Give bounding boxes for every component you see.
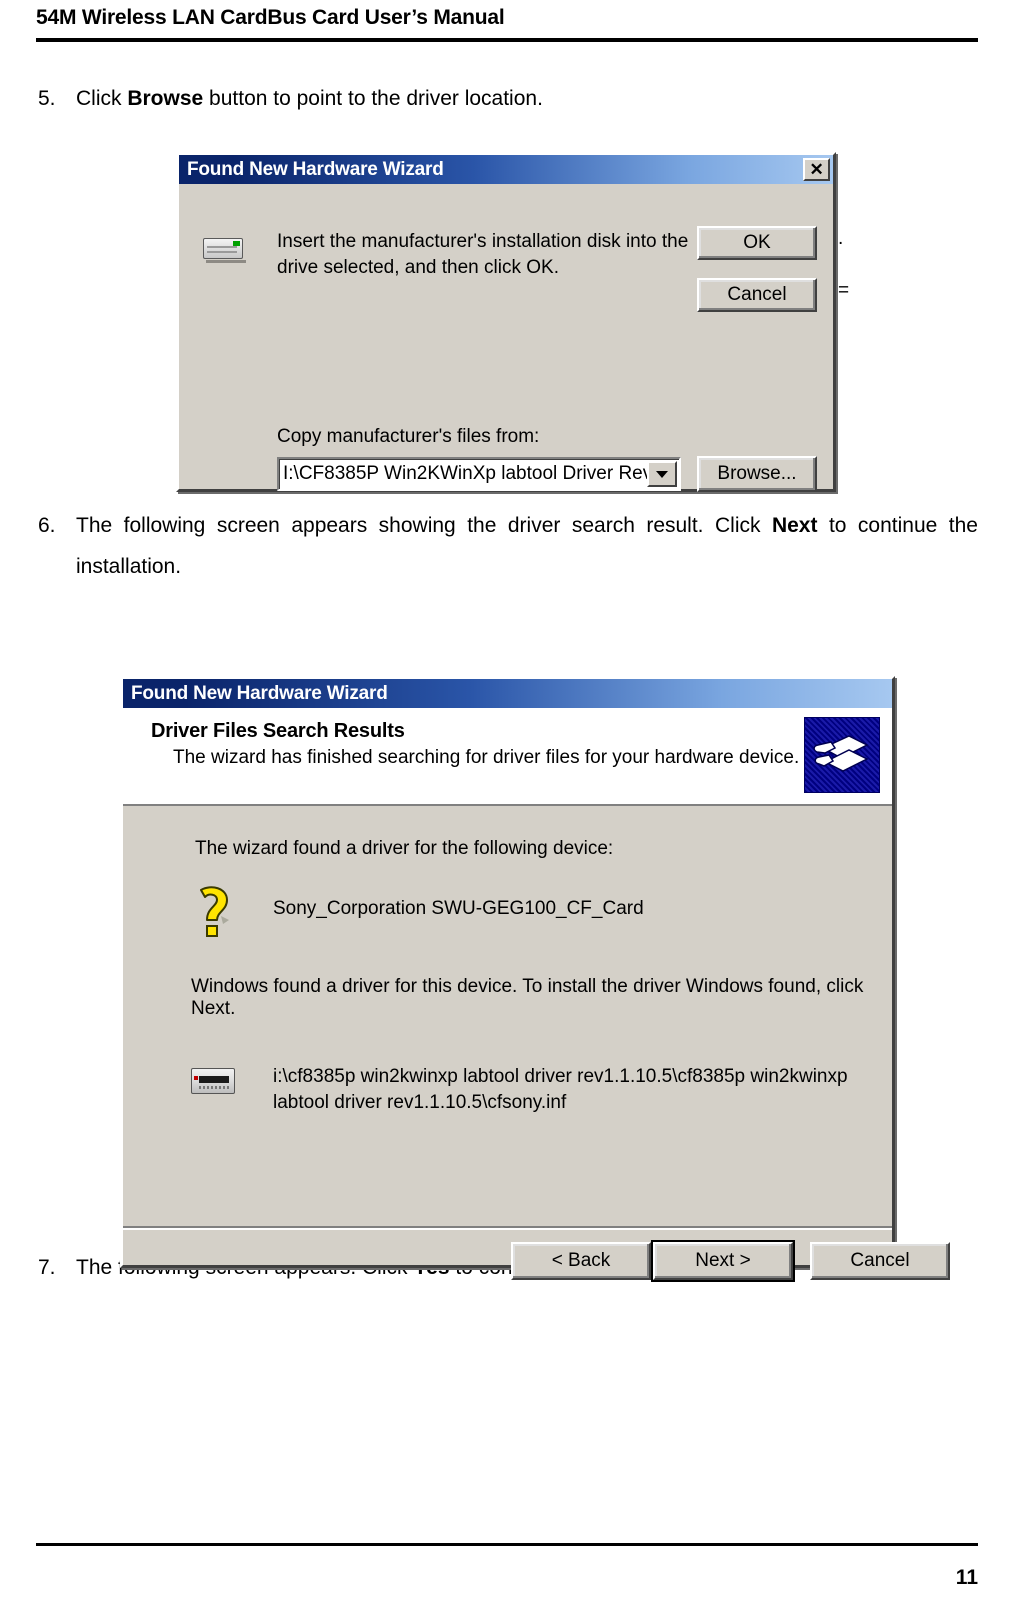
wizard-heading: Driver Files Search Results (151, 720, 405, 742)
step-6-number: 6. (38, 514, 56, 537)
step-5-number: 5. (38, 87, 56, 110)
insert-disk-title: Found New Hardware Wizard (187, 159, 444, 180)
ok-button[interactable]: OK (697, 226, 817, 260)
page-number: 11 (955, 1566, 978, 1589)
close-icon[interactable]: ✕ (803, 158, 830, 181)
step-6-text-before: The following screen appears showing the… (76, 514, 772, 537)
wizard-body: The wizard found a driver for the follow… (123, 806, 892, 1226)
device-card-icon (191, 1066, 239, 1098)
cancel-button[interactable]: Cancel (697, 278, 817, 312)
step-5-bold: Browse (127, 87, 204, 110)
insert-disk-message: Insert the manufacturer's installation d… (277, 231, 689, 278)
found-driver-label: The wizard found a driver for the follow… (195, 838, 614, 859)
step-6-text: The following screen appears showing the… (76, 505, 978, 587)
step-5-text: Click Browse button to point to the driv… (76, 78, 978, 119)
insert-disk-titlebar: Found New Hardware Wizard ✕ (179, 155, 833, 184)
driver-search-results-dialog[interactable]: Found New Hardware Wizard Driver Files S… (120, 676, 950, 1282)
insert-disk-dialog[interactable]: Found New Hardware Wizard ✕ Insert the m… (176, 152, 836, 492)
step-6-bold: Next (771, 514, 818, 537)
inf-file-path: i:\cf8385p win2kwinxp labtool driver rev… (273, 1066, 848, 1113)
wizard-cancel-button[interactable]: Cancel (810, 1242, 950, 1280)
document-header-title: 54M Wireless LAN CardBus Card User’s Man… (36, 6, 505, 29)
header-rule (36, 38, 978, 42)
browse-button[interactable]: Browse... (697, 456, 817, 492)
document-page: 54M Wireless LAN CardBus Card User’s Man… (0, 0, 1014, 1598)
step-6: 6. The following screen appears showing … (36, 505, 978, 587)
driver-path-combobox[interactable]: I:\CF8385P Win2KWinXp labtool Driver Rev… (277, 457, 681, 491)
driver-path-value: I:\CF8385P Win2KWinXp labtool Driver Rev… (283, 463, 647, 484)
wizard-subheading: The wizard has finished searching for dr… (173, 747, 800, 768)
wizard-header: Driver Files Search Results The wizard h… (123, 708, 892, 806)
step-5-text-after: button to point to the driver location. (203, 87, 543, 110)
floppy-drive-icon (203, 234, 247, 263)
next-button[interactable]: Next > (651, 1240, 795, 1282)
wizard-title: Found New Hardware Wizard (131, 683, 388, 704)
install-note: Windows found a driver for this device. … (191, 976, 864, 1019)
wizard-footer: < Back Next > Cancel (123, 1226, 950, 1294)
step-5-text-before: Click (76, 87, 128, 110)
back-button[interactable]: < Back (511, 1242, 651, 1280)
hand-holding-card-icon (804, 717, 880, 793)
clipped-text-fragment-2: = (838, 280, 850, 301)
step-5: 5. Click Browse button to point to the d… (36, 78, 978, 119)
insert-disk-body: Insert the manufacturer's installation d… (179, 184, 833, 492)
wizard-titlebar: Found New Hardware Wizard (123, 679, 892, 708)
copy-from-label: Copy manufacturer's files from: (277, 426, 540, 447)
device-name: Sony_Corporation SWU-GEG100_CF_Card (273, 898, 644, 919)
step-7-number: 7. (38, 1256, 56, 1279)
clipped-text-fragment-1: . (838, 228, 844, 249)
footer-rule (36, 1543, 978, 1546)
chevron-down-icon[interactable] (647, 461, 677, 487)
question-mark-icon (191, 886, 237, 942)
